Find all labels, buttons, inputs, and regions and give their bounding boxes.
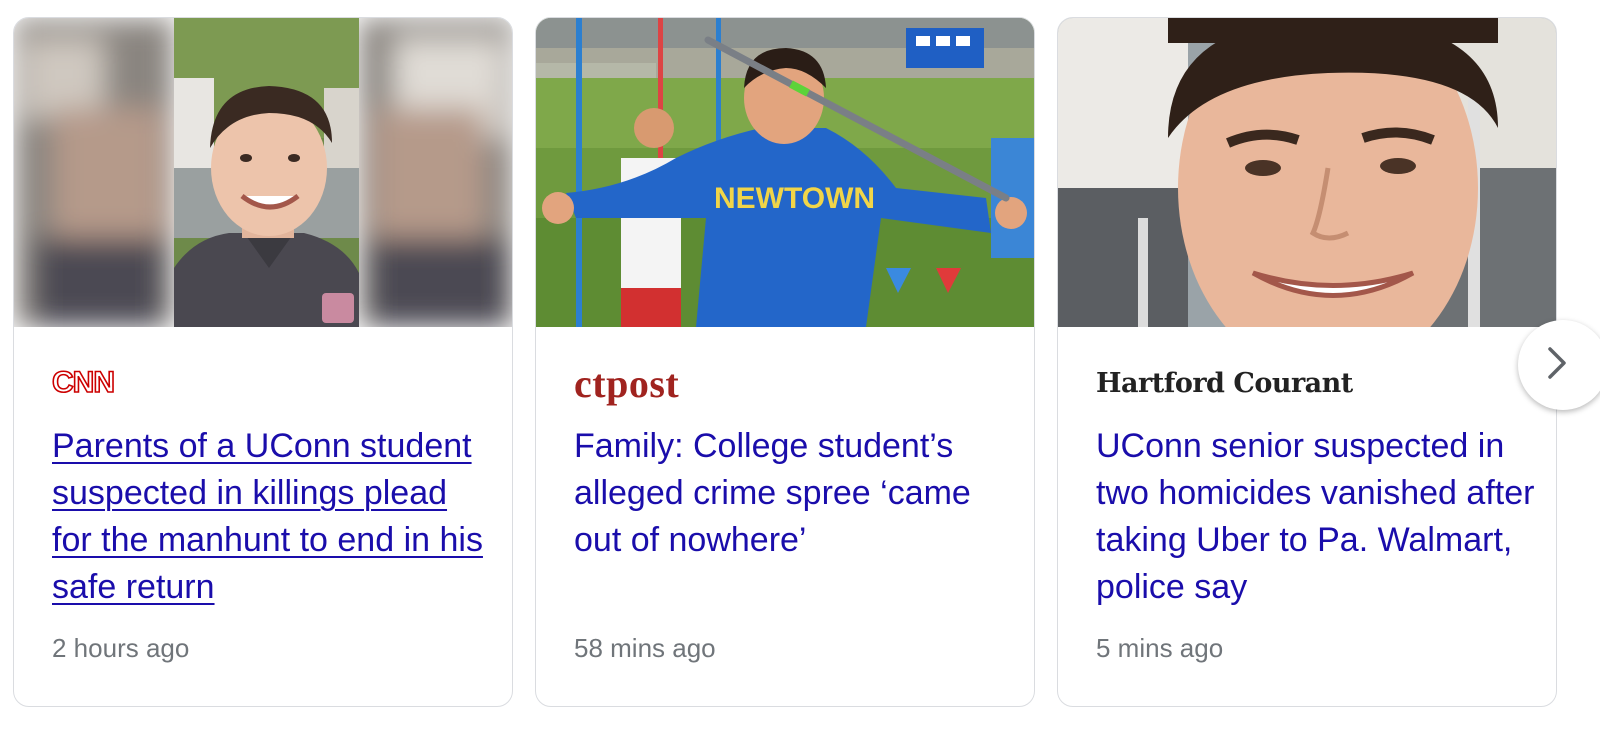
article-timestamp: 58 mins ago bbox=[574, 633, 716, 663]
source-logo: Hartford Courant bbox=[1096, 363, 1353, 403]
ctpost-logo: ctpost bbox=[574, 360, 680, 406]
cnn-logo: CNN bbox=[51, 365, 116, 400]
article-thumbnail[interactable]: NEWTOWN bbox=[536, 18, 1034, 327]
news-card[interactable]: NEWTOWN ctpost Family: College student’s… bbox=[535, 17, 1035, 707]
chevron-right-icon bbox=[1546, 346, 1568, 385]
article-thumbnail[interactable] bbox=[14, 18, 512, 327]
carousel-next-button[interactable] bbox=[1518, 320, 1600, 410]
news-card[interactable]: Hartford Courant UConn senior suspected … bbox=[1057, 17, 1557, 707]
article-timestamp: 2 hours ago bbox=[52, 633, 190, 663]
article-headline-link[interactable]: Parents of a UConn student suspected in … bbox=[52, 423, 492, 611]
source-logo: CNN bbox=[51, 363, 116, 403]
shirt-text: NEWTOWN bbox=[714, 182, 875, 215]
top-stories-carousel: CNN Parents of a UConn student suspected… bbox=[0, 0, 1600, 736]
source-logo: ctpost bbox=[574, 361, 679, 406]
hartford-courant-logo: Hartford Courant bbox=[1096, 367, 1353, 399]
article-thumbnail[interactable] bbox=[1058, 18, 1556, 327]
article-timestamp: 5 mins ago bbox=[1096, 633, 1224, 663]
news-card[interactable]: CNN Parents of a UConn student suspected… bbox=[13, 17, 513, 707]
article-headline-link[interactable]: UConn senior suspected in two homicides … bbox=[1096, 423, 1536, 611]
article-headline-link[interactable]: Family: College student’s alleged crime … bbox=[574, 423, 1014, 564]
